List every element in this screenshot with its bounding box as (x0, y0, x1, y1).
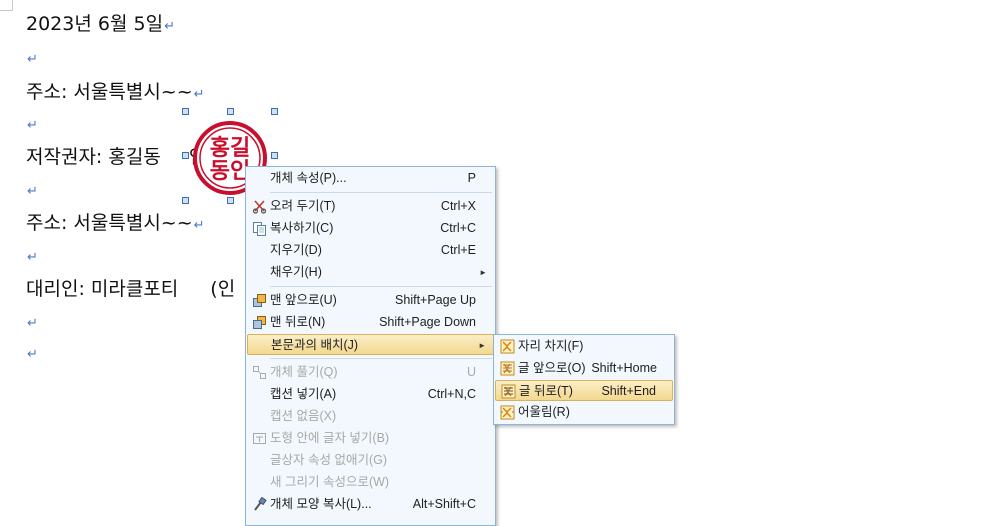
paragraph-mark-icon: ↵ (193, 218, 205, 233)
address-text: 주소: 서울특별시~~ (26, 212, 193, 234)
menu-item-copy-object-format[interactable]: 개체 모양 복사(L)... Alt+Shift+C (247, 494, 494, 515)
menu-item-shortcut: P (467, 171, 476, 185)
menu-item-shortcut: Shift+Home (591, 361, 657, 375)
send-back-icon (252, 315, 267, 330)
menu-item-shortcut: Ctrl+X (440, 199, 476, 213)
address-text: 주소: 서울특별시~~ (26, 81, 193, 103)
menu-item-text-in-shape: 도형 안에 글자 넣기(B) (247, 428, 494, 449)
menu-item-label: 맨 앞으로(U) (270, 293, 337, 307)
text-wrap-submenu: 자리 차지(F) 글 앞으로(O) Shift+Home 글 뒤로(T) Shi… (493, 334, 675, 425)
menu-item-label: 지우기(D) (270, 243, 322, 257)
menu-item-send-to-back[interactable]: 맨 뒤로(N) Shift+Page Down (247, 312, 494, 333)
menu-item-label: 캡션 넣기(A) (270, 387, 337, 401)
text-in-shape-icon (252, 431, 267, 446)
menu-item-insert-caption[interactable]: 캡션 넣기(A) Ctrl+N,C (247, 384, 494, 405)
menu-item-remove-textbox-props: 글상자 속성 없애기(G) (247, 450, 494, 471)
menu-item-label: 새 그리기 속성으로(W) (270, 475, 390, 489)
menu-item-copy[interactable]: 복사하기(C) Ctrl+C (247, 218, 494, 239)
menu-item-ungroup: 개체 풀기(Q) U (247, 362, 494, 383)
menu-item-shortcut: Ctrl+N,C (427, 387, 476, 401)
agent-text: 대리인: 미라클포티 (26, 278, 179, 300)
date-line[interactable]: 2023년 6월 5일↵ (26, 13, 175, 38)
paragraph-mark-icon: ↵ (164, 19, 175, 34)
address-line-1[interactable]: 주소: 서울특별시~~↵ (26, 81, 205, 106)
resize-handle-w[interactable] (182, 152, 189, 159)
resize-handle-nw[interactable] (182, 108, 189, 115)
format-painter-icon (252, 496, 267, 512)
menu-item-new-drawing-props: 새 그리기 속성으로(W) (247, 472, 494, 493)
menu-item-shortcut: Shift+End (601, 384, 656, 398)
in-front-text-icon (500, 361, 515, 376)
paragraph-mark-icon: ↵ (27, 347, 38, 362)
submenu-arrow-icon: ► (478, 341, 486, 350)
menu-item-label: 글 뒤로(T) (519, 384, 573, 398)
paragraph-mark-icon: ↵ (27, 184, 38, 199)
menu-item-label: 글 앞으로(O) (518, 361, 586, 375)
agent-line[interactable]: 대리인: 미라클포티 (인 (26, 278, 235, 300)
menu-separator (270, 358, 492, 359)
address-line-2[interactable]: 주소: 서울특별시~~↵ (26, 212, 205, 237)
page-corner-mark (0, 0, 13, 11)
menu-item-shortcut: Shift+Page Up (395, 293, 476, 307)
resize-handle-s[interactable] (227, 197, 234, 204)
paragraph-mark-icon: ↵ (193, 87, 205, 102)
tight-wrap-icon (500, 405, 515, 420)
menu-item-label: 도형 안에 글자 넣기(B) (270, 431, 390, 445)
submenu-item-in-front-of-text[interactable]: 글 앞으로(O) Shift+Home (495, 358, 673, 379)
menu-item-label: 캡션 없음(X) (270, 409, 337, 423)
menu-item-label: 개체 속성(P)... (270, 171, 347, 185)
menu-item-label: 개체 모양 복사(L)... (270, 497, 372, 511)
menu-item-object-properties[interactable]: 개체 속성(P)... P (247, 168, 494, 189)
menu-item-bring-to-front[interactable]: 맨 앞으로(U) Shift+Page Up (247, 290, 494, 311)
paragraph-mark-icon: ↵ (27, 118, 38, 133)
menu-item-shortcut: U (466, 365, 476, 379)
menu-separator (270, 286, 492, 287)
author-text: 저작권자: 홍길동 (26, 146, 161, 168)
menu-item-shortcut: Alt+Shift+C (412, 497, 476, 511)
date-text: 2023년 6월 5일 (26, 13, 164, 35)
seal-text-top: 홍길 (210, 136, 250, 161)
menu-item-label: 맨 뒤로(N) (270, 315, 326, 329)
ungroup-icon (252, 365, 267, 380)
resize-handle-ne[interactable] (271, 108, 278, 115)
behind-text-icon (501, 384, 516, 399)
menu-item-delete[interactable]: 지우기(D) Ctrl+E (247, 240, 494, 261)
menu-item-label: 개체 풀기(Q) (270, 365, 338, 379)
menu-item-shortcut: Shift+Page Down (379, 315, 476, 329)
resize-handle-sw[interactable] (182, 197, 189, 204)
submenu-item-behind-text[interactable]: 글 뒤로(T) Shift+End (495, 380, 673, 401)
bring-front-icon (252, 293, 267, 308)
menu-item-text-wrap[interactable]: 본문과의 배치(J) ► (247, 334, 494, 355)
menu-item-label: 자리 차지(F) (518, 339, 584, 353)
resize-handle-e[interactable] (271, 152, 278, 159)
scissors-icon (252, 199, 267, 214)
paragraph-mark-icon: ↵ (27, 316, 38, 331)
submenu-item-tight-wrap[interactable]: 어울림(R) (495, 402, 673, 423)
menu-item-label: 복사하기(C) (270, 221, 334, 235)
agent-seal-text: (인 (210, 278, 236, 300)
submenu-arrow-icon: ► (479, 268, 487, 277)
menu-item-shortcut: Ctrl+C (440, 221, 476, 235)
menu-item-no-caption: 캡션 없음(X) (247, 406, 494, 427)
menu-item-label: 오려 두기(T) (270, 199, 336, 213)
context-menu: 개체 속성(P)... P 오려 두기(T) Ctrl+X 복사하기(C) Ct… (245, 166, 496, 526)
submenu-item-square-wrap[interactable]: 자리 차지(F) (495, 336, 673, 357)
paragraph-mark-icon: ↵ (27, 250, 38, 265)
menu-item-label: 채우기(H) (270, 265, 322, 279)
menu-separator (270, 192, 492, 193)
copy-icon (252, 221, 267, 236)
menu-item-label: 어울림(R) (518, 405, 570, 419)
paragraph-mark-icon: ↵ (27, 52, 38, 67)
resize-handle-n[interactable] (227, 108, 234, 115)
menu-item-cut[interactable]: 오려 두기(T) Ctrl+X (247, 196, 494, 217)
menu-item-shortcut: Ctrl+E (440, 243, 476, 257)
menu-item-label: 글상자 속성 없애기(G) (270, 453, 387, 467)
menu-item-fill[interactable]: 채우기(H) ► (247, 262, 494, 283)
wrap-square-icon (500, 339, 515, 354)
menu-item-label: 본문과의 배치(J) (271, 338, 359, 352)
